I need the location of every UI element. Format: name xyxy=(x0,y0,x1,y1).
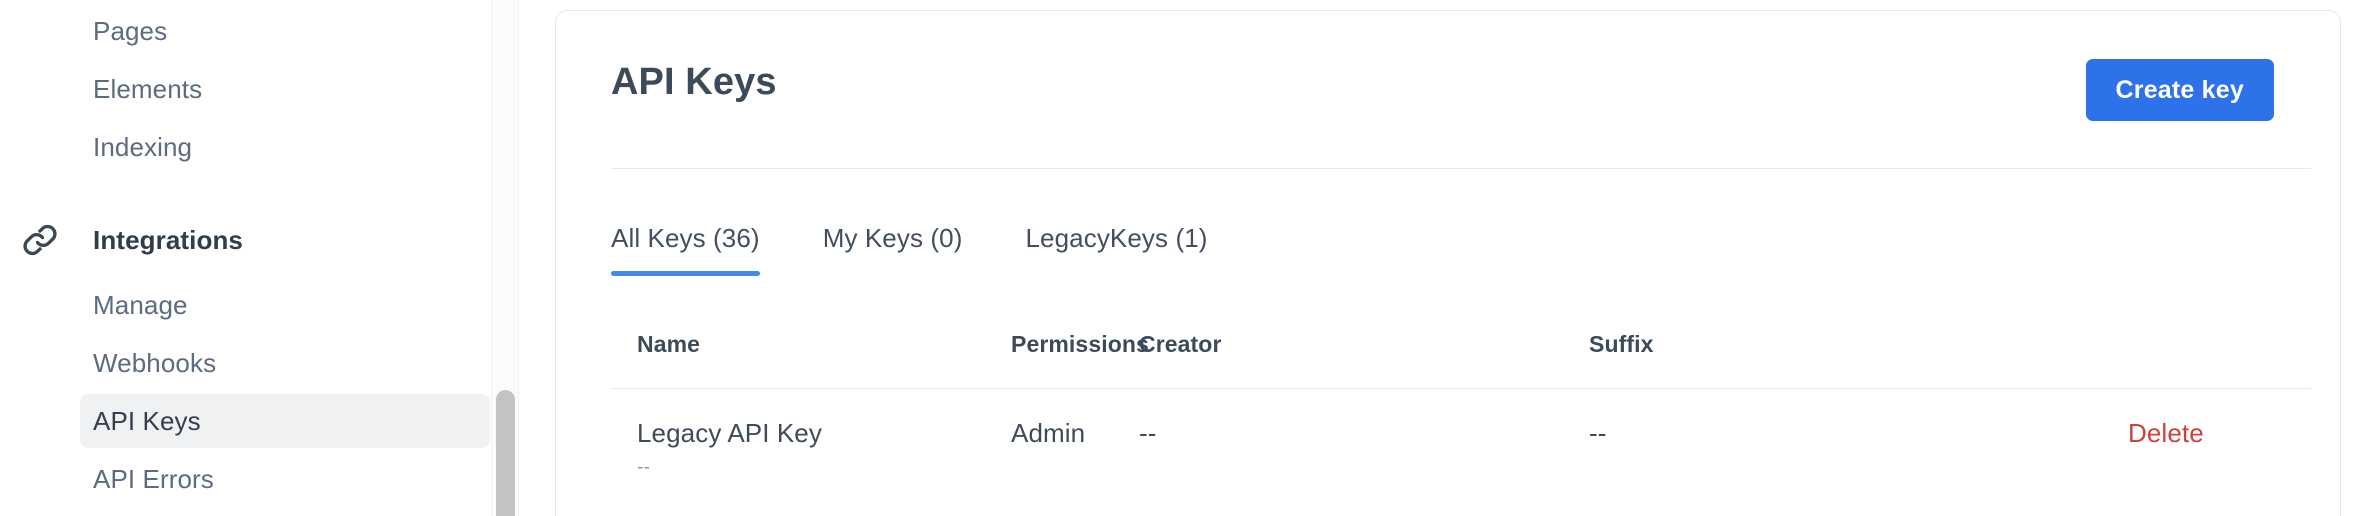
table-header-row: Name Permissions Creator Suffix xyxy=(611,331,2311,389)
tab-label: All Keys (36) xyxy=(611,223,760,253)
page-title: API Keys xyxy=(611,61,777,103)
sidebar-item-label: API Errors xyxy=(93,463,214,494)
api-keys-table: Name Permissions Creator Suffix Legacy A… xyxy=(611,331,2311,479)
tab-active-underline xyxy=(611,271,760,276)
sidebar-item-label: Webhooks xyxy=(93,347,217,378)
column-header-name[interactable]: Name xyxy=(611,331,1011,358)
cell-suffix: -- xyxy=(1589,418,1607,448)
sidebar-item-indexing[interactable]: Indexing xyxy=(80,120,490,174)
sidebar-navigation: Pages Elements Indexing Integrations Man… xyxy=(0,0,521,516)
tab-my-keys[interactable]: My Keys (0) xyxy=(823,211,963,276)
key-name: Legacy API Key xyxy=(637,418,822,448)
sidebar-item-label: Indexing xyxy=(93,131,193,162)
tab-label: LegacyKeys (1) xyxy=(1025,223,1208,253)
api-keys-card: API Keys Create key All Keys (36) My Key… xyxy=(555,10,2341,516)
cell-permissions: Admin xyxy=(1011,418,1086,448)
column-header-permissions[interactable]: Permissions xyxy=(1011,331,1149,358)
sidebar-item-label: Elements xyxy=(93,73,203,104)
tab-all-keys[interactable]: All Keys (36) xyxy=(611,211,760,276)
keys-tablist: All Keys (36) My Keys (0) LegacyKeys (1) xyxy=(611,211,1271,276)
create-key-button[interactable]: Create key xyxy=(2085,59,2274,121)
sidebar-item-label: Manage xyxy=(93,289,188,320)
sidebar-item-api-errors[interactable]: API Errors xyxy=(80,452,490,506)
tab-underline xyxy=(823,271,963,276)
key-name-sub: -- xyxy=(637,457,651,478)
sidebar-scrollbar-thumb[interactable] xyxy=(496,390,515,516)
cell-name: Legacy API Key -- xyxy=(611,418,1011,479)
tab-label: My Keys (0) xyxy=(822,223,963,253)
header-divider xyxy=(611,168,2311,169)
sidebar-item-webhooks[interactable]: Webhooks xyxy=(80,336,490,390)
tab-underline xyxy=(1025,271,1207,276)
sidebar-item-label: Pages xyxy=(93,15,168,46)
sidebar-item-pages[interactable]: Pages xyxy=(80,4,490,58)
column-header-suffix[interactable]: Suffix xyxy=(1589,331,2009,358)
delete-key-button[interactable]: Delete xyxy=(2128,418,2204,448)
sidebar-item-elements[interactable]: Elements xyxy=(80,62,490,116)
app-root: Pages Elements Indexing Integrations Man… xyxy=(0,0,2360,516)
link-chain-icon xyxy=(18,218,62,262)
table-row: Legacy API Key -- Admin -- -- Delete xyxy=(611,389,2311,479)
sidebar-item-label: API Keys xyxy=(93,405,201,436)
sidebar-group-integrations[interactable]: Integrations xyxy=(18,213,488,267)
cell-creator: -- xyxy=(1139,418,1157,448)
sidebar-item-manage[interactable]: Manage xyxy=(80,278,490,332)
sidebar-group-label: Integrations xyxy=(93,224,243,255)
sidebar-item-api-keys[interactable]: API Keys xyxy=(80,394,490,448)
tab-legacy-keys[interactable]: LegacyKeys (1) xyxy=(1025,211,1207,276)
cell-actions: Delete xyxy=(2009,418,2311,449)
column-header-creator[interactable]: Creator xyxy=(1139,331,1589,358)
